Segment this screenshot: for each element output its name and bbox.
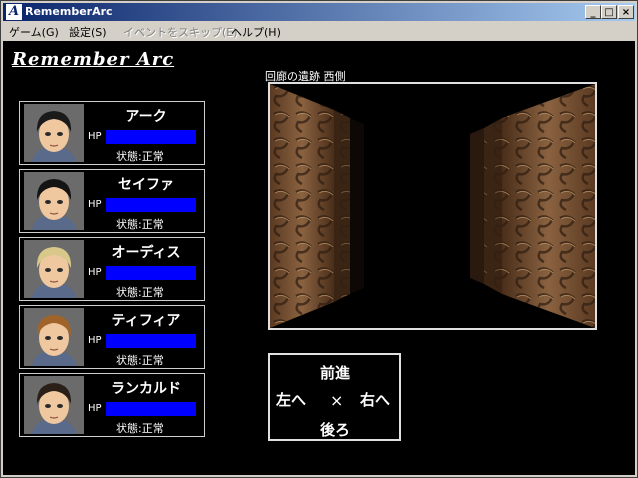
menu-settings[interactable]: 設定(S) xyxy=(69,24,107,40)
title-bar[interactable]: A RememberArc _ □ × xyxy=(3,3,635,21)
menu-skip-event[interactable]: イベントをスキップ(E) xyxy=(123,24,238,40)
hp-label: HP xyxy=(88,131,102,142)
move-back-button[interactable]: 後ろ xyxy=(320,419,350,440)
dungeon-corridor-view xyxy=(270,84,595,328)
character-portrait xyxy=(24,172,84,230)
app-icon[interactable]: A xyxy=(6,4,22,20)
character-name: セイファ xyxy=(118,177,174,193)
maximize-button[interactable]: □ xyxy=(601,5,617,19)
close-button[interactable]: × xyxy=(618,5,634,19)
turn-right-button[interactable]: 右へ xyxy=(360,389,390,410)
character-portrait xyxy=(24,308,84,366)
menu-bar: ゲーム(G) 設定(S) イベントをスキップ(E) ヘルプ(H) xyxy=(3,22,635,40)
character-name: ティフィア xyxy=(111,313,181,329)
character-portrait xyxy=(24,240,84,298)
party-member-card[interactable]: ティフィア HP 状態:正常 xyxy=(19,305,205,369)
game-title: Remember Arc xyxy=(12,49,175,70)
status-text: 状態:正常 xyxy=(116,218,164,231)
hp-label: HP xyxy=(88,199,102,210)
turn-left-button[interactable]: 左へ xyxy=(276,389,306,410)
status-text: 状態:正常 xyxy=(116,286,164,299)
status-text: 状態:正常 xyxy=(116,422,164,435)
hp-bar xyxy=(106,402,196,416)
hp-bar xyxy=(106,130,196,144)
party-member-card[interactable]: オーディス HP 状態:正常 xyxy=(19,237,205,301)
character-name: オーディス xyxy=(111,245,181,261)
menu-game[interactable]: ゲーム(G) xyxy=(9,24,59,40)
status-text: 状態:正常 xyxy=(116,354,164,367)
party-member-card[interactable]: セイファ HP 状態:正常 xyxy=(19,169,205,233)
hp-label: HP xyxy=(88,403,102,414)
hp-label: HP xyxy=(88,335,102,346)
navigation-panel: 前進 左へ × 右へ 後ろ xyxy=(268,353,401,441)
hp-label: HP xyxy=(88,267,102,278)
character-name: アーク xyxy=(125,109,167,125)
game-screen: Remember Arc アーク HP 状態:正常 セイファ HP 状態:正常 オーディス H… xyxy=(3,41,635,475)
party-member-card[interactable]: アーク HP 状態:正常 xyxy=(19,101,205,165)
character-portrait xyxy=(24,376,84,434)
move-forward-button[interactable]: 前進 xyxy=(320,362,350,383)
dungeon-viewport xyxy=(268,82,597,330)
app-window: A RememberArc _ □ × ゲーム(G) 設定(S) イベントをスキ… xyxy=(0,0,638,478)
hp-bar xyxy=(106,198,196,212)
minimize-button[interactable]: _ xyxy=(585,5,601,19)
center-mark: × xyxy=(330,391,344,410)
menu-help[interactable]: ヘルプ(H) xyxy=(231,24,281,40)
window-title: RememberArc xyxy=(25,5,113,18)
character-name: ランカルド xyxy=(111,381,181,397)
status-text: 状態:正常 xyxy=(116,150,164,163)
hp-bar xyxy=(106,266,196,280)
character-portrait xyxy=(24,104,84,162)
hp-bar xyxy=(106,334,196,348)
party-member-card[interactable]: ランカルド HP 状態:正常 xyxy=(19,373,205,437)
